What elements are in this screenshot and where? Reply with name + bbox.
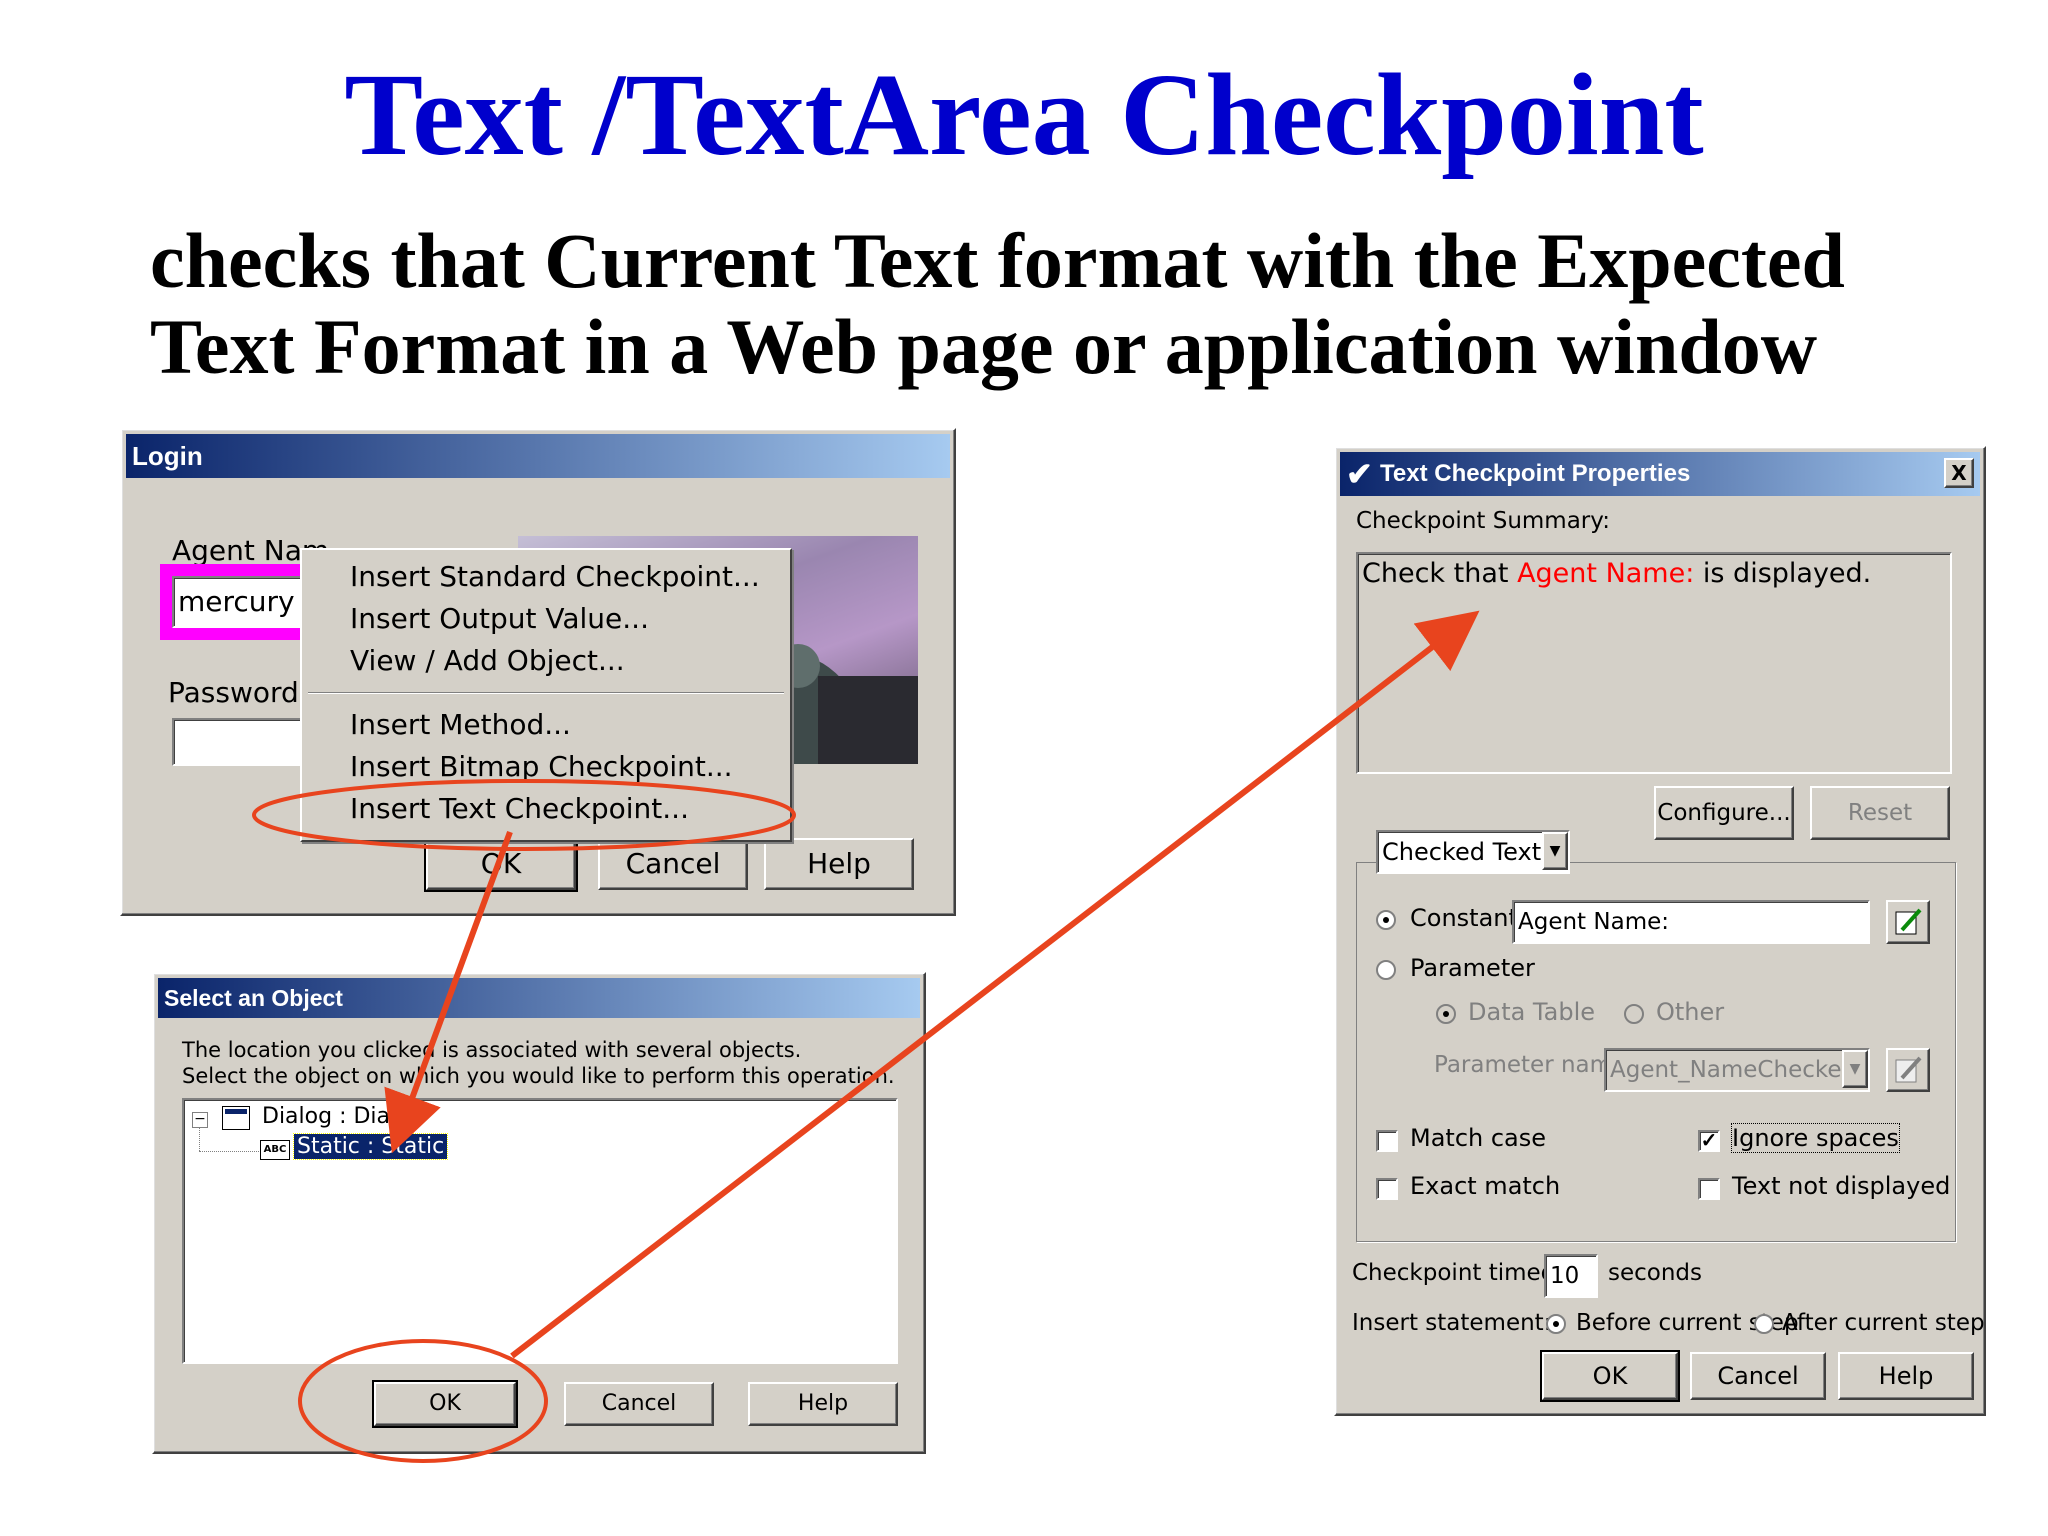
highlight-ellipse-menu xyxy=(252,779,796,851)
arrow-ok-to-summary xyxy=(510,610,1480,1359)
arrow-menu-to-tree xyxy=(384,830,513,1154)
highlight-ellipse-ok xyxy=(298,1339,548,1463)
annotation-overlay xyxy=(252,610,1480,1463)
